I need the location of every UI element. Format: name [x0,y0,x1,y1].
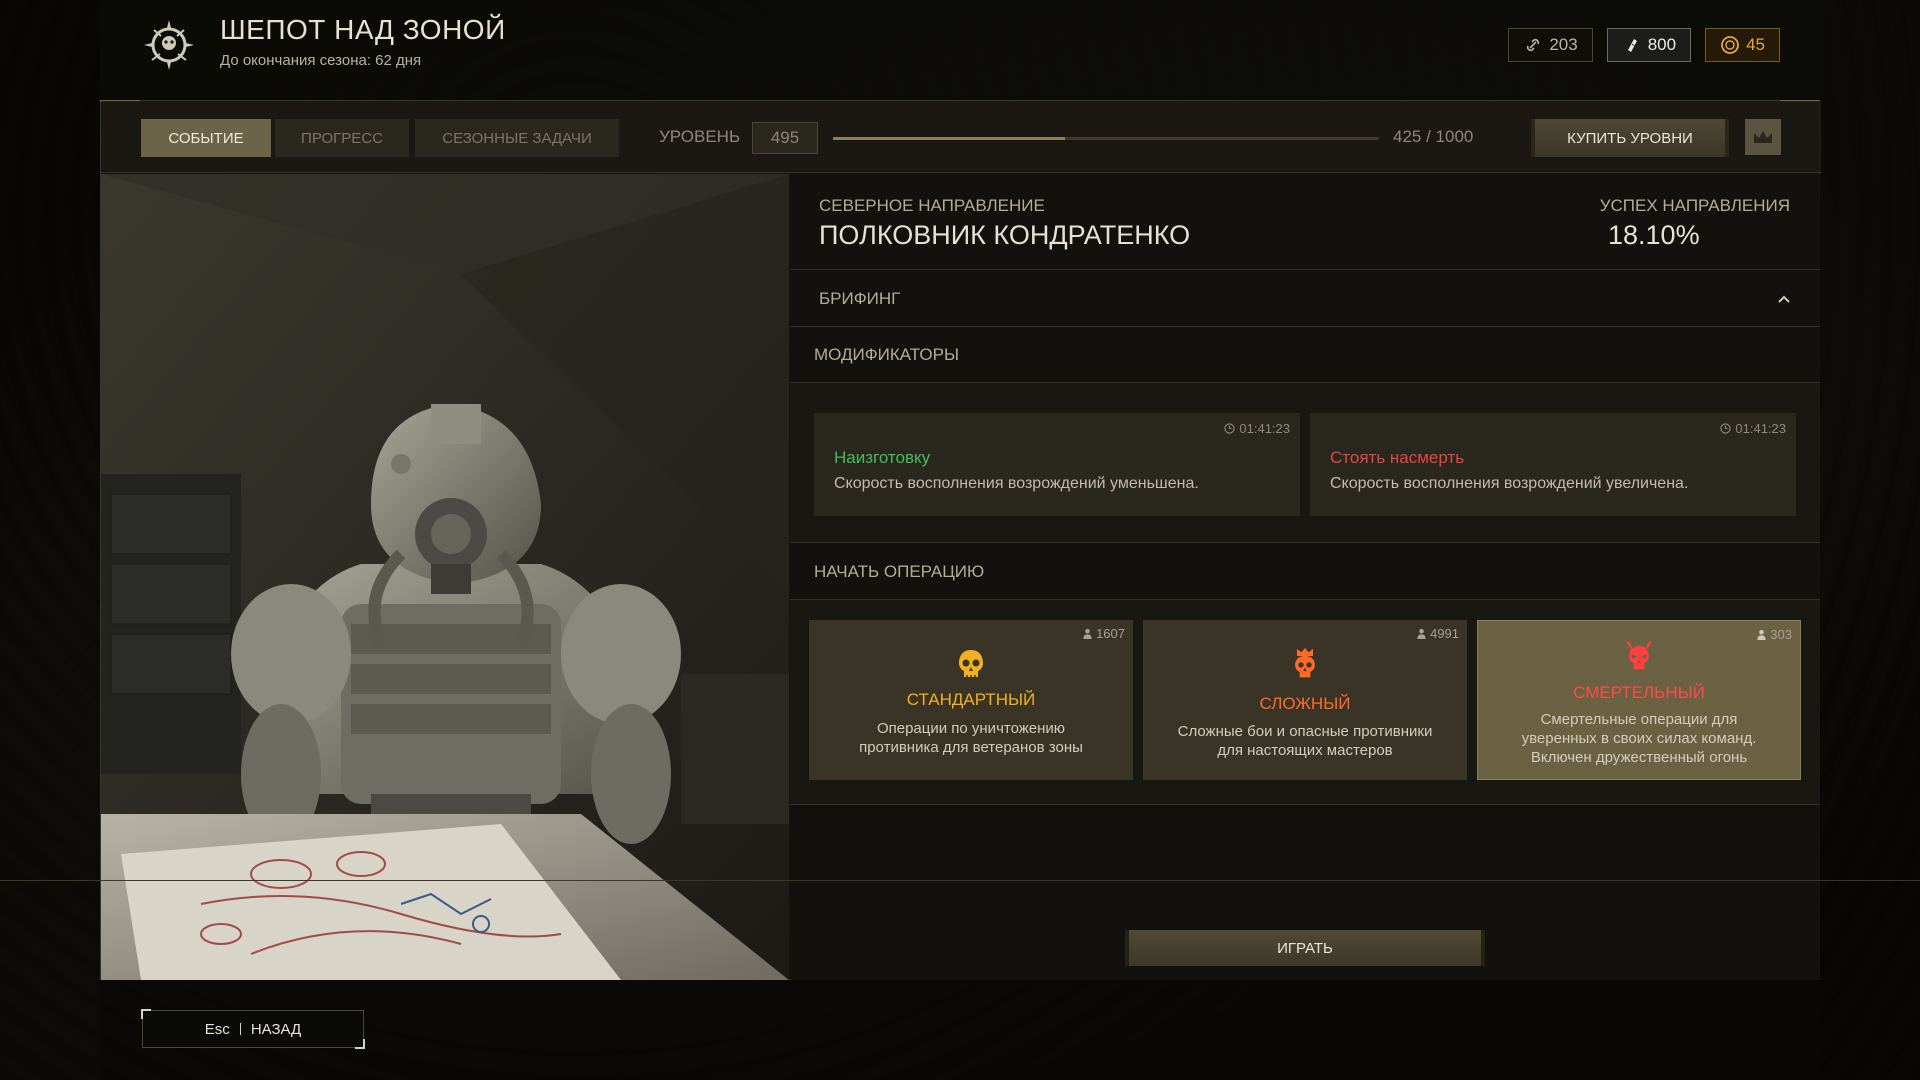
player-count-value: 4991 [1430,626,1459,641]
description-line: Сложные бои и опасные противники [1177,723,1433,740]
currency-coins[interactable]: 45 [1705,28,1780,62]
description-line: противника для ветеранов зоны [859,739,1083,756]
player-count: 1607 [1082,626,1125,641]
modifier-timer-value: 01:41:23 [1239,421,1290,436]
clock-icon [1224,423,1236,434]
tab-progress[interactable]: ПРОГРЕСС [275,119,409,157]
separator [239,1023,241,1035]
ticket-icon [1627,39,1637,52]
difficulty-description: Смертельные операции для уверенных в сво… [1498,710,1780,767]
briefing-label: БРИФИНГ [819,288,901,308]
skull-icon [959,650,983,679]
play-button[interactable]: ИГРАТЬ [1125,930,1485,966]
direction-success-label: УСПЕХ НАПРАВЛЕНИЯ [1599,196,1790,215]
season-countdown: До окончания сезона: 62 дня [220,52,422,69]
difficulty-hard-card[interactable]: 4991 СЛОЖНЫЙ Сложные бои и опасные проти… [1143,620,1467,780]
link-icon [1527,38,1540,52]
premium-pass-button[interactable] [1745,119,1781,155]
player-count: 303 [1756,627,1792,642]
difficulty-description: Сложные бои и опасные противники для нас… [1163,722,1447,760]
modifier-title: Стоять насмерть [1330,448,1465,467]
chevron-up-icon[interactable] [1774,289,1794,309]
player-count-value: 303 [1770,627,1792,642]
difficulty-deadly-card[interactable]: 303 СМЕРТЕЛЬНЫЙ Смертельные операции для… [1477,620,1801,780]
modifiers-label: МОДИФИКАТОРЫ [814,344,960,364]
level-progress-text: 425 / 1000 [1393,127,1474,146]
currency-links[interactable]: 203 [1508,28,1593,62]
modifiers-list: 01:41:23 Наизготовку Скорость восполнени… [790,383,1820,543]
difficulty-standard-card[interactable]: 1607 СТАНДАРТНЫЙ Операции по уничтожению… [809,620,1133,780]
event-logo-icon [144,20,194,70]
season-title: ШЕПОТ НАД ЗОНОЙ [220,14,506,45]
modifier-description: Скорость восполнения возрождений уменьше… [834,475,1199,492]
event-window: СОБЫТИЕ ПРОГРЕСС СЕЗОННЫЕ ЗАДАЧИ УРОВЕНЬ… [100,100,1821,980]
modifier-timer-value: 01:41:23 [1735,421,1786,436]
modifier-card: 01:41:23 Стоять насмерть Скорость воспол… [1310,413,1796,516]
person-icon [1757,629,1766,640]
person-icon [1417,628,1426,639]
description-line: Включен дружественный огонь [1530,749,1748,766]
currency-tickets[interactable]: 800 [1606,28,1692,62]
soldier-portrait-image [101,174,789,980]
difficulty-list: 1607 СТАНДАРТНЫЙ Операции по уничтожению… [790,600,1820,805]
start-operation-section: НАЧАТЬ ОПЕРАЦИЮ [790,544,1820,600]
currency-value: 800 [1647,35,1677,54]
briefing-section[interactable]: БРИФИНГ [790,271,1820,327]
description-line: для настоящих мастеров [1217,742,1393,759]
back-label: НАЗАД [250,1020,302,1038]
level-progress-bar [833,137,1379,140]
person-icon [1083,628,1092,639]
modifier-timer: 01:41:23 [1224,421,1290,436]
modifier-timer: 01:41:23 [1720,421,1786,436]
character-illustration [101,174,789,980]
modifier-card: 01:41:23 Наизготовку Скорость восполнени… [814,413,1300,516]
crowned-skull-icon [1295,647,1315,678]
bottom-bar: Esc НАЗАД [100,980,1820,1080]
tab-event[interactable]: СОБЫТИЕ [141,119,271,157]
tab-season-tasks[interactable]: СЕЗОННЫЕ ЗАДАЧИ [415,119,619,157]
modifier-description: Скорость восполнения возрождений увеличе… [1330,475,1689,492]
start-operation-label: НАЧАТЬ ОПЕРАЦИЮ [814,561,985,581]
description-line: Смертельные операции для [1540,711,1738,728]
level-label: УРОВЕНЬ [659,127,741,146]
level-value: 495 [752,122,818,154]
difficulty-description: Операции по уничтожению противника для в… [829,719,1113,757]
currency-value: 203 [1549,35,1578,54]
direction-success-value: 18.10% [1608,220,1700,250]
player-count-value: 1607 [1096,626,1125,641]
difficulty-title: СМЕРТЕЛЬНЫЙ [1573,683,1705,702]
tab-row: СОБЫТИЕ ПРОГРЕСС СЕЗОННЫЕ ЗАДАЧИ УРОВЕНЬ… [101,101,1821,173]
direction-label: СЕВЕРНОЕ НАПРАВЛЕНИЕ [819,196,1045,215]
back-hotkey: Esc [204,1020,230,1038]
clock-icon [1720,423,1732,434]
divider [0,880,1920,881]
currency-value: 45 [1746,35,1765,54]
difficulty-title: СЛОЖНЫЙ [1259,694,1351,713]
description-line: уверенных в своих силах команд. [1521,730,1757,747]
buy-levels-button[interactable]: КУПИТЬ УРОВНИ [1531,119,1729,157]
player-count: 4991 [1416,626,1459,641]
coin-icon [1721,36,1739,54]
direction-header: СЕВЕРНОЕ НАПРАВЛЕНИЕ ПОЛКОВНИК КОНДРАТЕН… [790,174,1820,270]
currency-bar: 203 800 45 [1508,28,1780,62]
back-button[interactable]: Esc НАЗАД [141,1009,365,1049]
difficulty-title: СТАНДАРТНЫЙ [906,690,1036,709]
modifier-title: Наизготовку [834,448,931,467]
level-progress-fill [833,137,1066,140]
top-header: ШЕПОТ НАД ЗОНОЙ До окончания сезона: 62 … [100,0,1820,100]
crown-icon [1754,131,1772,143]
commander-name: ПОЛКОВНИК КОНДРАТЕНКО [819,220,1191,250]
modifiers-section: МОДИФИКАТОРЫ [790,327,1820,383]
operation-panel: СЕВЕРНОЕ НАПРАВЛЕНИЕ ПОЛКОВНИК КОНДРАТЕН… [790,174,1820,980]
description-line: Операции по уничтожению [876,720,1066,737]
demon-skull-icon [1626,640,1652,670]
